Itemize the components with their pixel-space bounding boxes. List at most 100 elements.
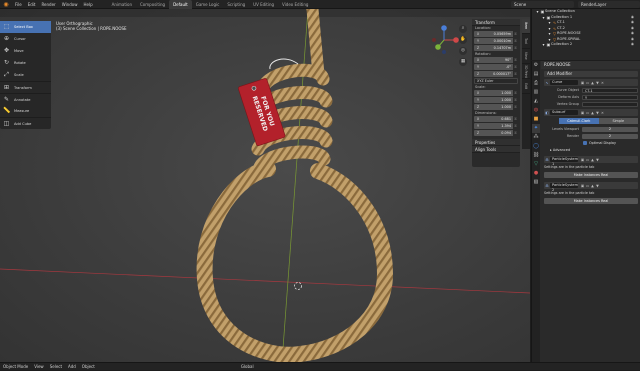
transform-orientation-dropdown[interactable]: Global [238, 363, 257, 371]
levels-viewport-field[interactable]: 2 [582, 126, 638, 132]
particle-system-1-header[interactable]: ⁂ ParticleSystem 1 ▣ ▭ ▲ ▼ [544, 156, 638, 166]
curve-object-field[interactable]: CT-1 [582, 87, 638, 93]
location-x-field[interactable]: X 0.05659m ⚿ [474, 31, 518, 37]
properties-panel-header[interactable]: Properties [472, 139, 520, 146]
tool-settings-icon[interactable]: ⚙ [532, 61, 540, 70]
catmull-clark-option[interactable]: Catmull-Clark [559, 118, 599, 124]
menu-render[interactable]: Render [38, 0, 58, 9]
n-tab-tool[interactable]: Tool [522, 34, 530, 49]
output-icon[interactable]: ⎙ [532, 79, 540, 88]
tool-rotate[interactable]: ↻ Rotate [0, 57, 51, 69]
add-modifier-button[interactable]: Add Modifier [544, 71, 638, 77]
lock-icon[interactable]: ⚿ [513, 116, 518, 122]
optimal-display-checkbox[interactable]: Optimal Display [583, 140, 638, 146]
menu-help[interactable]: Help [80, 0, 95, 9]
scale-z-field[interactable]: Z 1.000 ⚿ [474, 104, 518, 110]
world-icon[interactable]: ◍ [532, 106, 540, 115]
n-tab-item[interactable]: Item [522, 19, 530, 34]
align-tools-panel-header[interactable]: Align Tools [472, 146, 520, 153]
down-arrow-icon[interactable]: ▼ [595, 184, 600, 188]
n-tab-view[interactable]: View [522, 49, 530, 64]
particles-icon[interactable]: ⁂ [532, 133, 540, 142]
n-tab-3d-print[interactable]: 3D Print [522, 64, 530, 79]
lock-icon[interactable]: ⚿ [513, 64, 518, 70]
render-icon[interactable]: ▤ [532, 70, 540, 79]
lock-icon[interactable]: ⚿ [513, 90, 518, 96]
object-icon[interactable]: ■ [532, 115, 540, 124]
menu-edit[interactable]: Edit [25, 0, 39, 9]
make-instances-real-button[interactable]: Make Instances Real [544, 198, 638, 204]
tool-annotate[interactable]: ✎ Annotate [0, 93, 51, 105]
down-arrow-icon[interactable]: ▼ [595, 158, 600, 162]
camera-icon[interactable]: ◎ [459, 47, 467, 55]
simple-option[interactable]: Simple [598, 118, 638, 124]
lock-icon[interactable]: ⚿ [513, 38, 518, 44]
scene-icon[interactable]: ◭ [532, 97, 540, 106]
grid-view-icon[interactable]: ▦ [459, 58, 467, 66]
curve-modifier-name[interactable]: Curve [550, 80, 578, 85]
visibility-eye-icon[interactable]: ◉ [631, 42, 634, 48]
subsurf-modifier-name[interactable]: Subsurf [550, 110, 578, 115]
particle-system-2-header[interactable]: ⁂ ParticleSystem 2 ▣ ▭ ▲ ▼ [544, 182, 638, 192]
scale-x-field[interactable]: X 1.000 ⚿ [474, 90, 518, 96]
n-tab-edit[interactable]: Edit [522, 79, 530, 94]
rotation-x-field[interactable]: X 90° ⚿ [474, 57, 518, 63]
dimension-y-field[interactable]: Y 1.394 ⚿ [474, 123, 518, 129]
rotation-mode-dropdown[interactable]: XYZ Euler [474, 78, 518, 84]
particle-system-1-name[interactable]: ParticleSystem 1 [550, 157, 578, 166]
curve-modifier-header[interactable]: ∿ Curve ▣ ▭ ▲ ▼ ✕ [544, 79, 638, 86]
constraints-icon[interactable]: ⛓ [532, 151, 540, 160]
subsurf-modifier-header[interactable]: ◧ Subsurf ▣ ▭ ▲ ▼ ✕ [544, 109, 638, 116]
material-icon[interactable]: ● [532, 169, 540, 178]
tool-measure[interactable]: 📏 Measure [0, 105, 51, 117]
rotation-y-field[interactable]: Y -0° ⚿ [474, 64, 518, 70]
outliner-row[interactable]: ▾ ▣ Collection 2 ◉ [532, 42, 640, 48]
close-icon[interactable]: ✕ [600, 111, 605, 115]
location-z-field[interactable]: Z 0.14707m ⚿ [474, 45, 518, 51]
tool-select-box[interactable]: ⬚ Select Box [0, 21, 51, 33]
blender-logo-icon[interactable]: ◉ [2, 1, 10, 8]
lock-icon[interactable]: ⚿ [513, 130, 518, 136]
tool-cursor[interactable]: ⊕ Cursor [0, 33, 51, 45]
tab-animation[interactable]: Animation [108, 0, 136, 9]
tool-add-cube[interactable]: ◫ Add Cube [0, 117, 51, 129]
menu-add[interactable]: Add [65, 363, 79, 371]
view-layer-icon[interactable]: ▥ [532, 88, 540, 97]
deform-axis-dropdown[interactable]: Y [582, 94, 638, 100]
render-levels-field[interactable]: 2 [582, 133, 638, 139]
tab-default[interactable]: Default [169, 0, 192, 9]
scene-selector[interactable]: Scene [511, 1, 574, 8]
menu-select[interactable]: Select [47, 363, 65, 371]
make-instances-real-button[interactable]: Make Instances Real [544, 172, 638, 178]
scale-y-field[interactable]: Y 1.000 ⚿ [474, 97, 518, 103]
lock-icon[interactable]: ⚿ [513, 45, 518, 51]
tab-uv-editing[interactable]: UV Editing [249, 0, 278, 9]
tool-scale[interactable]: ⤢ Scale [0, 69, 51, 81]
menu-file[interactable]: File [12, 0, 25, 9]
3d-viewport[interactable]: RESERVED FOR YOU ⬚ Select Box ⊕ Cursor ✥ Move… [0, 9, 530, 362]
zoom-icon[interactable]: ⌕ [459, 25, 467, 33]
lock-icon[interactable]: ⚿ [513, 104, 518, 110]
tab-game-logic[interactable]: Game Logic [192, 0, 224, 9]
modifier-wrench-icon[interactable]: ✦ [532, 124, 540, 133]
close-icon[interactable]: ✕ [600, 81, 605, 85]
menu-window[interactable]: Window [59, 0, 81, 9]
location-y-field[interactable]: Y 0.00010m ⚿ [474, 38, 518, 44]
tab-compositing[interactable]: Compositing [136, 0, 169, 9]
particle-system-2-name[interactable]: ParticleSystem 2 [550, 183, 578, 192]
dimension-x-field[interactable]: X 0.681 ⚿ [474, 116, 518, 122]
data-icon[interactable]: ▽ [532, 160, 540, 169]
tool-transform[interactable]: ⊞ Transform [0, 81, 51, 93]
pan-hand-icon[interactable]: ✋ [459, 36, 467, 44]
transform-panel-header[interactable]: Transform [472, 19, 520, 26]
texture-icon[interactable]: ▧ [532, 178, 540, 187]
lock-icon[interactable]: ⚿ [513, 71, 518, 77]
rotation-z-field[interactable]: Z 0.000017° ⚿ [474, 71, 518, 77]
lock-icon[interactable]: ⚿ [513, 31, 518, 37]
view-layer-selector[interactable]: RenderLayer [578, 1, 640, 8]
object-mode-dropdown[interactable]: Object Mode [0, 363, 31, 371]
tool-move[interactable]: ✥ Move [0, 45, 51, 57]
tab-video-editing[interactable]: Video Editing [278, 0, 312, 9]
advanced-subpanel[interactable]: ▸ Advanced [544, 147, 638, 153]
physics-icon[interactable]: ◯ [532, 142, 540, 151]
